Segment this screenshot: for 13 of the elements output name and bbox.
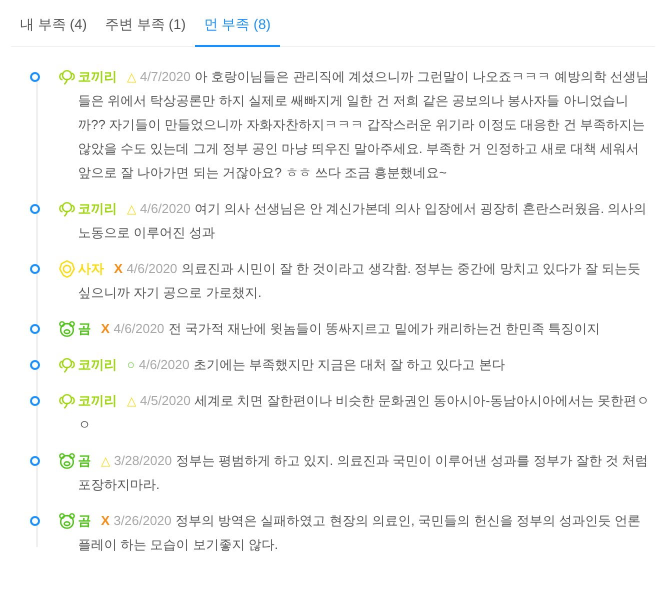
bear-icon [58,320,76,338]
tab[interactable]: 내 부족 (4) [11,8,96,47]
bear-icon [58,452,76,470]
comment-text: 코끼리 ○ 4/6/2020 초기에는 부족했지만 지금은 대처 잘 하고 있다고 본다 [78,356,505,374]
bear-icon [58,512,76,530]
comment-text: 사자 X 4/6/2020 의료진과 시민이 잘 한 것이라고 생각함. 정부는 중간에 망치고 있다가 잘 되는듯 싶으니까 자기 공으로 가로챘지. [78,260,642,302]
comment-text: 곰 X 3/26/2020 정부의 방역은 실패하였고 현장의 의료인, 국민들의 헌신을 정부의 성과인듯 언론플레이 하는 모습이 보기좋지 않다. [78,512,642,554]
comment-text: 곰 X 4/6/2020 전 국가적 재난에 윗놈들이 똥싸지르고 밑에가 캐리하는건 한민족 특징이지 [78,320,600,338]
tab[interactable]: 주변 부족 (1) [96,8,195,47]
comment-text: 코끼리 △ 4/5/2020 세계로 치면 잘한편이나 비슷한 문화권인 동아시아-동남아시아에서는 못한편ㅇㅇ [78,392,650,434]
comment-text: 곰 △ 3/28/2020 정부는 평범하게 하고 있지. 의료진과 국민이 이루어낸 성과를 정부가 잘한 것 처럼 포장하지마라. [78,452,650,494]
comment-text: 코끼리 △ 4/6/2020 여기 의사 선생님은 안 계신가본데 의사 입장에서 굉장히 혼란스러웠음. 의사의 노동으로 이루어진 성과 [78,200,648,242]
comment-text: 코끼리 △ 4/7/2020 아 호랑이님들은 관리직에 계셨으니까 그런말이 나오죠ㅋㅋㅋ 예방의학 선생님들은 위에서 탁상공론만 하지 실제로 쌔빠지게 일한 건 저희 같은 공보의나 봉사자들 아니었습니까?? 자기들이 만들었으니까 자화자찬하지ㅋㅋㅋ 갑작스러운 위기라 이정도 대응한 건 부족하지는 않았을 수도 있는데 그게 정부 공인 마냥 띄우진 말아주세요. 부족한 거 인정하고 새로 대책 세워서 앞으로 잘 나아가면 되는 거잖아요? ㅎㅎ 쓰다 조금 흥분했네요~ [78,68,650,182]
